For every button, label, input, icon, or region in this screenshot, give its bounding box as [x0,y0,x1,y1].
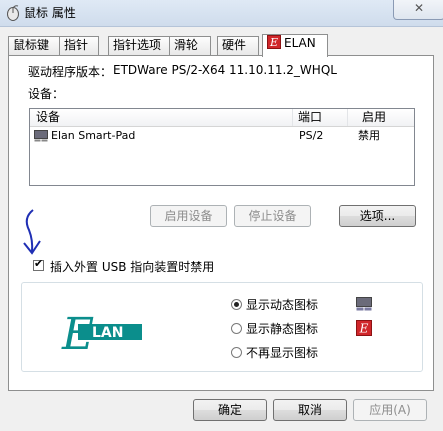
svg-text:E: E [269,36,278,49]
tab-label: 鼠标键 [13,38,50,52]
svg-text:E: E [359,322,369,336]
animated-touchpad-icon [356,297,372,311]
column-header-device[interactable]: 设备 [36,110,60,125]
tab-pointer-options[interactable]: 指针选项 [108,36,170,55]
tray-icon-group: E LAN 显示动态图标 显示静态图标 E 不再显示图标 [21,282,423,372]
enable-device-button[interactable]: 启用设备 [150,205,227,227]
checkmark-icon: ✔ [34,257,44,270]
column-divider [347,109,348,126]
tab-hardware[interactable]: 硬件 [217,36,259,55]
tab-label: 指针选项 [113,38,162,52]
column-header-enabled[interactable]: 启用 [362,110,386,125]
tab-elan[interactable]: E ELAN [262,34,328,57]
device-list-header: 设备 端口 启用 [30,109,414,127]
close-icon: ✕ [413,1,425,15]
mouse-icon [7,5,19,21]
device-list[interactable]: 设备 端口 启用 Elan Smart-Pad PS/2 禁用 [29,108,415,186]
ok-button[interactable]: 确定 [193,399,267,421]
mouse-properties-dialog: 鼠标 属性 ✕ 鼠标键 指针 指针选项 滑轮 硬件 E ELAN 驱动程序版本：… [0,0,443,431]
column-divider [292,109,293,126]
tab-wheel[interactable]: 滑轮 [169,36,211,55]
disable-on-usb-checkbox[interactable]: ✔ [33,257,44,271]
show-animated-icon-label: 显示动态图标 [246,298,319,312]
close-button[interactable]: ✕ [393,0,443,20]
apply-button[interactable]: 应用(A) [353,399,427,421]
radio-selected-dot [234,302,239,307]
radio-show-animated-icon[interactable] [231,299,242,310]
radio-show-static-icon[interactable] [231,323,242,334]
static-elan-icon: E [356,320,372,336]
device-name: Elan Smart-Pad [51,129,136,142]
annotation-arrow-icon [23,209,41,255]
device-port: PS/2 [299,129,324,142]
tab-label: 指针 [64,38,89,52]
column-header-port[interactable]: 端口 [298,110,322,125]
device-enabled: 禁用 [358,129,380,142]
driver-version-value: ETDWare PS/2-X64 11.10.11.2_WHQL [113,63,337,77]
cancel-button[interactable]: 取消 [273,399,347,421]
tab-label: 硬件 [222,38,247,52]
devices-label: 设备： [28,87,65,101]
table-row[interactable]: Elan Smart-Pad PS/2 禁用 [30,127,414,145]
radio-no-icon[interactable] [231,347,242,358]
elan-logo-icon: E [267,35,281,49]
elan-logo: E LAN [61,309,142,355]
elan-tab-panel: 驱动程序版本： ETDWare PS/2-X64 11.10.11.2_WHQL… [8,55,434,391]
tab-label: 滑轮 [174,38,199,52]
tab-buttons[interactable]: 鼠标键 [8,36,60,55]
show-static-icon-label: 显示静态图标 [246,322,319,336]
no-icon-label: 不再显示图标 [246,346,319,360]
title-bar: 鼠标 属性 ✕ [0,0,443,27]
driver-version-label: 驱动程序版本： [28,65,113,79]
disable-on-usb-label: 插入外置 USB 指向装置时禁用 [50,260,215,274]
tab-label: ELAN [284,36,316,50]
window-title: 鼠标 属性 [24,6,76,20]
touchpad-device-icon [34,130,48,142]
options-button[interactable]: 选项... [339,205,416,227]
tab-pointers[interactable]: 指针 [59,36,99,55]
stop-device-button[interactable]: 停止设备 [234,205,311,227]
svg-text:LAN: LAN [92,325,123,341]
